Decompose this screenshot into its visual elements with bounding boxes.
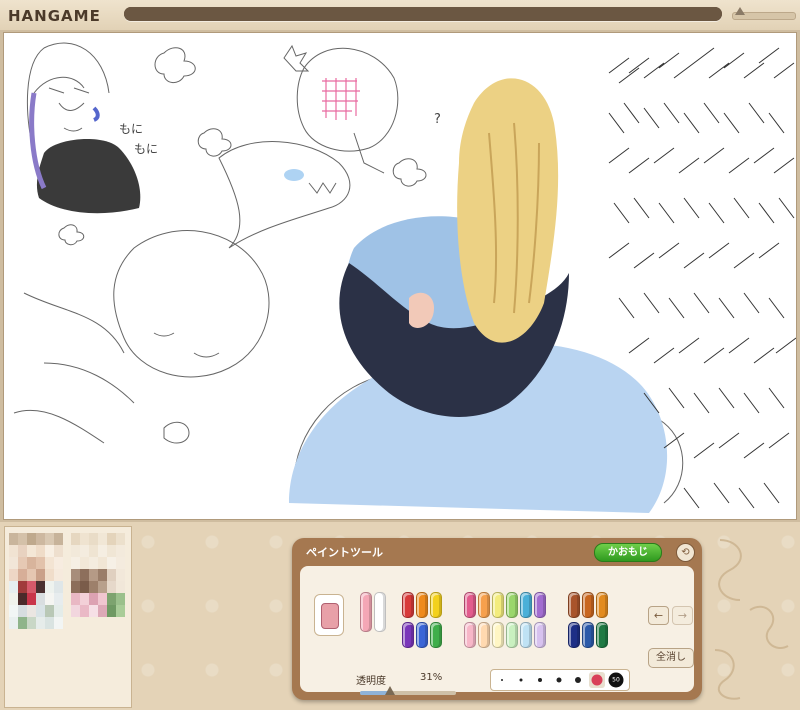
user-avatar-blurred[interactable] xyxy=(9,533,63,701)
color-swatch[interactable] xyxy=(430,592,442,618)
brush-size-option[interactable] xyxy=(494,672,510,688)
color-swatch[interactable] xyxy=(520,622,532,648)
eraser-button[interactable] xyxy=(314,594,344,636)
color-swatch[interactable] xyxy=(582,622,594,648)
color-swatch[interactable] xyxy=(416,622,428,648)
brush-size-option[interactable] xyxy=(551,672,567,688)
progress-fill xyxy=(124,7,722,21)
bottom-panel: ペイントツール かおもじ ⟲ ← → 全消し 透明度 31% 50 xyxy=(0,522,800,710)
eraser-icon xyxy=(321,603,339,629)
paint-tool-title: ペイントツール xyxy=(306,546,383,559)
decorative-pattern xyxy=(714,539,789,700)
opacity-slider-knob[interactable] xyxy=(384,686,395,695)
color-swatch[interactable] xyxy=(416,592,428,618)
canvas-drawing: もに もに ? xyxy=(13,42,796,513)
opacity-slider[interactable] xyxy=(360,686,456,695)
svg-text:もに: もに xyxy=(119,122,143,136)
brush-size-option[interactable] xyxy=(570,672,586,688)
opacity-value: 31% xyxy=(420,672,443,683)
color-swatch[interactable] xyxy=(492,592,504,618)
undo-arrow-button[interactable]: ← xyxy=(648,606,669,625)
user-list-panel xyxy=(4,526,132,708)
brush-size-selector: 50 xyxy=(490,669,630,691)
color-swatch[interactable] xyxy=(596,592,608,618)
redo-arrow-button[interactable]: → xyxy=(672,606,693,625)
svg-text:もに: もに xyxy=(134,142,158,156)
color-swatch[interactable] xyxy=(520,592,532,618)
kaomoji-button[interactable]: かおもじ xyxy=(594,543,662,562)
color-swatch[interactable] xyxy=(402,592,414,618)
color-swatch[interactable] xyxy=(374,592,386,632)
color-swatch[interactable] xyxy=(402,622,414,648)
color-swatch[interactable] xyxy=(478,592,490,618)
color-swatch[interactable] xyxy=(464,622,476,648)
color-swatch[interactable] xyxy=(534,592,546,618)
top-bar: HANGAME xyxy=(0,0,800,31)
color-swatch[interactable] xyxy=(568,592,580,618)
color-swatch[interactable] xyxy=(596,622,608,648)
opacity-label: 透明度 xyxy=(356,676,386,687)
color-swatch[interactable] xyxy=(478,622,490,648)
brush-size-selected[interactable]: 50 xyxy=(608,672,624,688)
drawing-canvas[interactable]: もに もに ? xyxy=(3,32,797,520)
user-avatar-blurred[interactable] xyxy=(71,533,125,701)
svg-text:?: ? xyxy=(434,112,441,127)
color-swatch[interactable] xyxy=(360,592,372,632)
color-swatch[interactable] xyxy=(506,622,518,648)
color-swatch[interactable] xyxy=(464,592,476,618)
volume-slider[interactable] xyxy=(732,7,796,20)
drawing-canvas-frame: もに もに ? xyxy=(0,30,800,522)
clear-all-button[interactable]: 全消し xyxy=(648,648,694,668)
brush-size-option[interactable] xyxy=(532,672,548,688)
color-swatch[interactable] xyxy=(582,592,594,618)
loading-progress-bar xyxy=(124,7,722,21)
brush-size-option[interactable] xyxy=(513,672,529,688)
volume-slider-knob[interactable] xyxy=(735,7,745,15)
brush-size-option[interactable] xyxy=(589,672,605,688)
color-swatch[interactable] xyxy=(534,622,546,648)
hangame-logo: HANGAME xyxy=(8,7,101,25)
hangame-paint-app: HANGAME もに もに ? ペイントツール かおもじ ⟲ ← → 全消し 透… xyxy=(0,0,800,710)
paint-tool-body: ← → 全消し 透明度 31% 50 xyxy=(300,566,694,695)
paint-tool-window: ペイントツール かおもじ ⟲ ← → 全消し 透明度 31% 50 xyxy=(292,538,702,700)
color-swatch[interactable] xyxy=(506,592,518,618)
color-swatch[interactable] xyxy=(568,622,580,648)
close-icon[interactable]: ⟲ xyxy=(676,543,695,562)
color-swatch[interactable] xyxy=(492,622,504,648)
color-swatch[interactable] xyxy=(430,622,442,648)
